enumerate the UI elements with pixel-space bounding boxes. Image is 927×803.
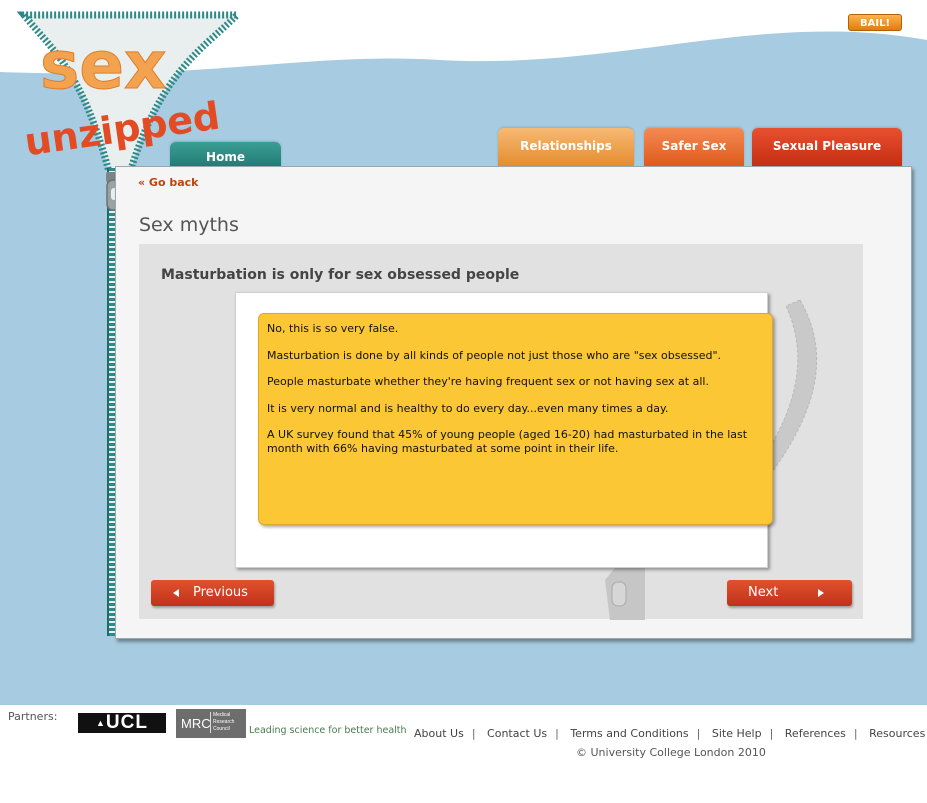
tab-safer-sex[interactable]: Safer Sex (644, 128, 744, 166)
footer-link-about-us[interactable]: About Us (414, 727, 464, 740)
ucl-logo-text: UCL (105, 712, 148, 733)
arrow-left-icon (173, 588, 179, 597)
mrc-logo-subtext: Medical Research Council (210, 712, 234, 733)
previous-label: Previous (193, 585, 248, 600)
footer-link-references[interactable]: References (785, 727, 846, 740)
answer-paragraph: Masturbation is done by all kinds of peo… (267, 348, 722, 362)
mrc-logo[interactable]: MRC Medical Research Council (176, 709, 246, 738)
footer-links: About Us | Contact Us | Terms and Conditio… (414, 727, 926, 740)
next-button[interactable]: Next (727, 580, 852, 606)
bail-button[interactable]: BAIL! (848, 14, 902, 31)
tab-sexual-pleasure[interactable]: Sexual Pleasure (752, 128, 902, 166)
answer-paragraph: A UK survey found that 45% of young peop… (267, 428, 748, 455)
mrc-logo-text: MRC (181, 716, 211, 731)
footer-link-site-help[interactable]: Site Help (712, 727, 762, 740)
answer-paragraph: No, this is so very false. (267, 322, 399, 335)
footer-link-contact-us[interactable]: Contact Us (487, 727, 547, 740)
page-title: Sex myths (139, 214, 239, 236)
go-back-link[interactable]: « Go back (138, 176, 198, 189)
partners-label: Partners: (8, 710, 58, 723)
answer-paragraph: People masturbate whether they're having… (267, 375, 709, 388)
copyright-text: © University College London 2010 (576, 746, 766, 759)
footer-link-resources[interactable]: Resources (869, 727, 925, 740)
next-label: Next (748, 585, 779, 600)
tab-relationships[interactable]: Relationships (498, 128, 634, 166)
answer-box: No, this is so very false. Masturbation … (258, 313, 773, 525)
arrow-right-icon (818, 588, 825, 597)
ucl-logo[interactable]: ▲UCL (78, 713, 166, 733)
answer-paragraph: It is very normal and is healthy to do e… (267, 401, 669, 415)
mrc-tagline: Leading science for better health (249, 725, 407, 736)
footer-link-terms[interactable]: Terms and Conditions (570, 727, 688, 740)
myth-question: Masturbation is only for sex obsessed pe… (161, 267, 520, 283)
logo-word-sex: sex (40, 27, 167, 104)
previous-button[interactable]: Previous (151, 580, 274, 606)
